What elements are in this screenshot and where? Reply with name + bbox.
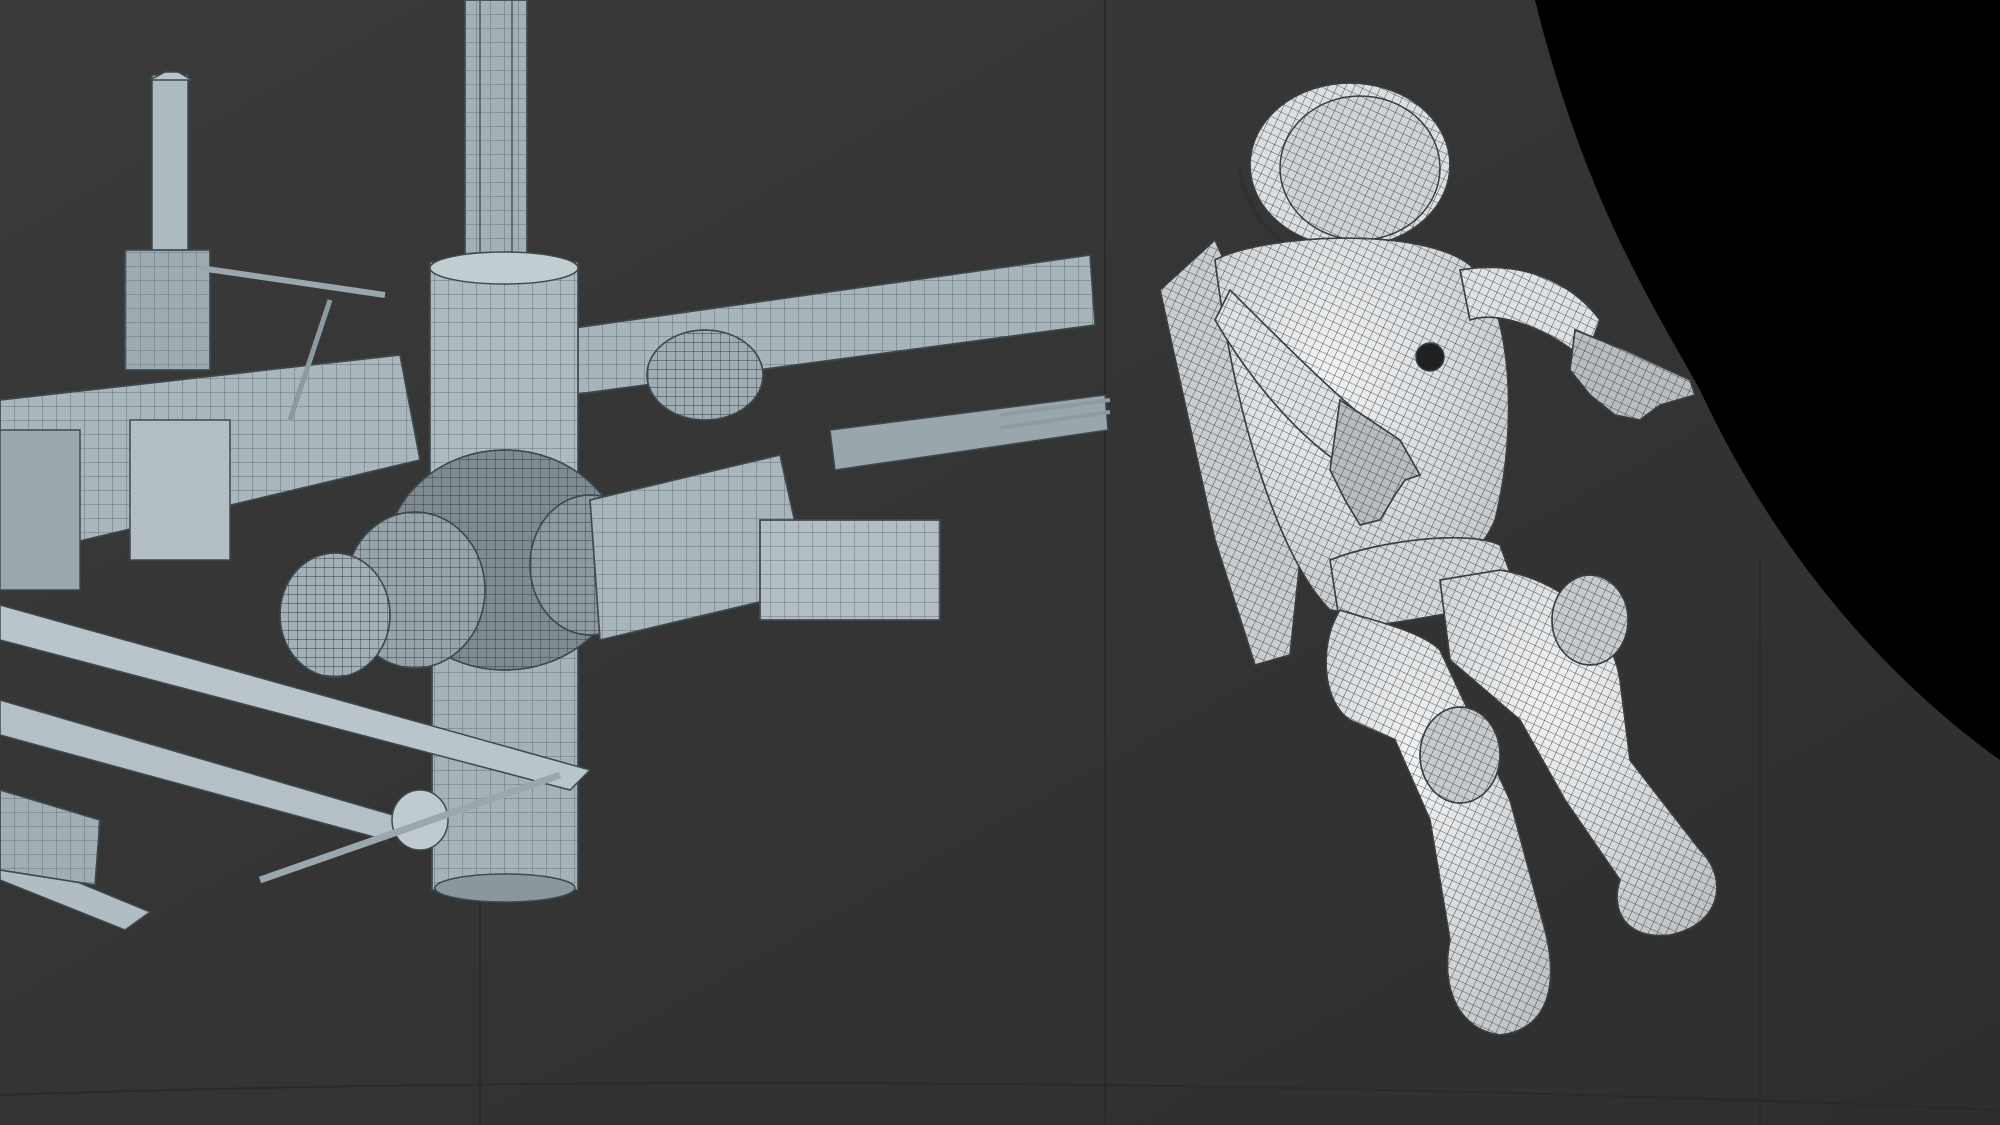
render-canvas <box>0 0 2000 1125</box>
render-viewport <box>0 0 2000 1125</box>
astronaut-chest-control <box>1415 342 1445 372</box>
station-mast <box>464 0 528 263</box>
